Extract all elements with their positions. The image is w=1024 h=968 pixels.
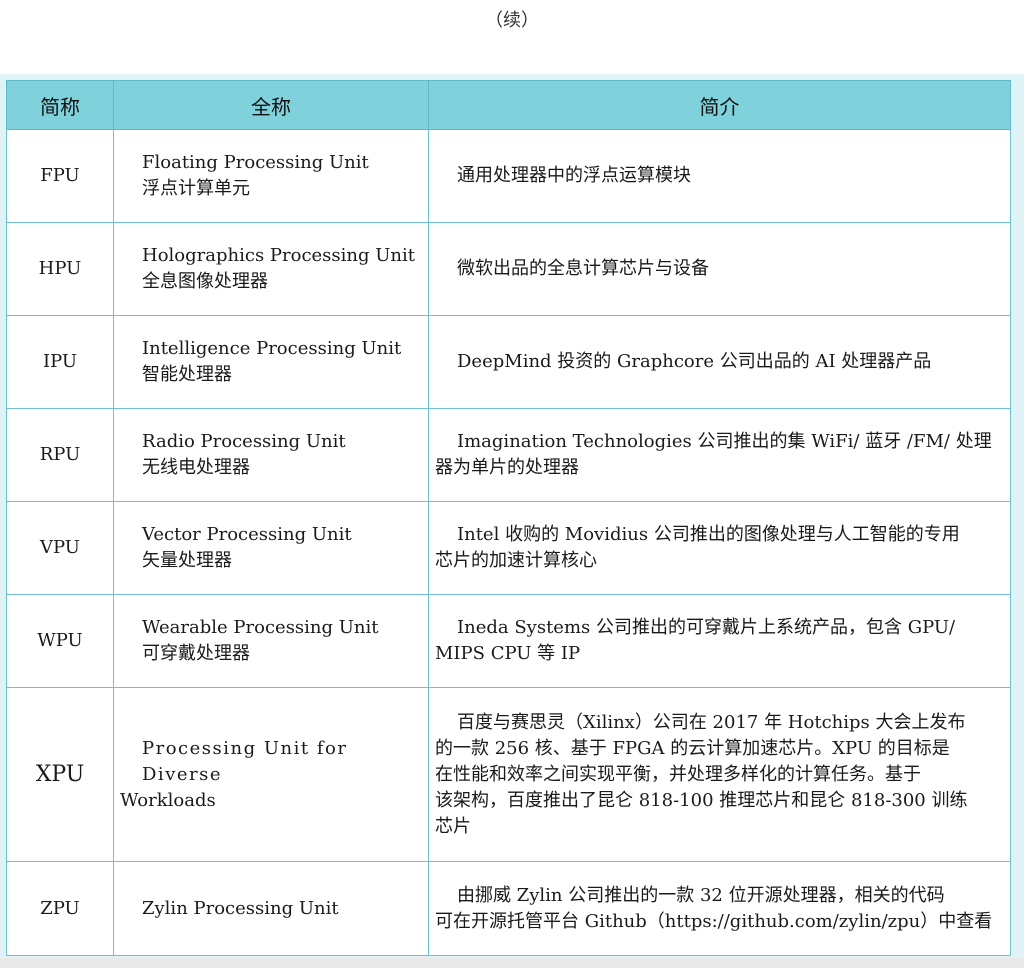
- description-line: MIPS CPU 等 IP: [435, 643, 581, 664]
- description-line: 的一款 256 核、基于 FPGA 的云计算加速芯片。XPU 的目标是: [435, 737, 950, 759]
- full-name-cn: 无线电处理器: [142, 457, 250, 478]
- full-name-en: Vector Processing Unit: [142, 524, 352, 545]
- table-continued-caption: （续）: [485, 10, 539, 31]
- table-row: RPU Radio Processing Unit 无线电处理器 Imagina…: [6, 408, 1011, 502]
- abbr-cell: ZPU: [6, 861, 114, 956]
- description-line: Intel 收购的 Movidius 公司推出的图像处理与人工智能的专用: [457, 524, 960, 545]
- table-row: XPU Processing Unit for Diverse Workload…: [6, 687, 1011, 862]
- bottom-bar: [0, 958, 1024, 968]
- description-line: Ineda Systems 公司推出的可穿戴片上系统产品，包含 GPU/: [457, 617, 956, 638]
- full-name-en: Intelligence Processing Unit: [142, 338, 402, 359]
- full-name-en-cont: Workloads: [120, 789, 216, 811]
- full-name-cell: Radio Processing Unit 无线电处理器: [113, 408, 429, 502]
- table-row: WPU Wearable Processing Unit 可穿戴处理器 Ined…: [6, 594, 1011, 688]
- full-name-en: Floating Processing Unit: [142, 152, 369, 173]
- full-name-en: Processing Unit for Diverse: [142, 737, 348, 785]
- full-name-cell: Vector Processing Unit 矢量处理器: [113, 501, 429, 595]
- description-cell: DeepMind 投资的 Graphcore 公司出品的 AI 处理器产品: [428, 315, 1011, 409]
- processor-table: 简称 全称 简介 FPU Floating Processing Unit 浮点…: [6, 80, 1011, 956]
- description-cell: 通用处理器中的浮点运算模块: [428, 129, 1011, 223]
- table-row: VPU Vector Processing Unit 矢量处理器 Intel 收…: [6, 501, 1011, 595]
- full-name-en: Zylin Processing Unit: [142, 897, 339, 919]
- header-description: 简介: [428, 80, 1011, 130]
- description-cell: Intel 收购的 Movidius 公司推出的图像处理与人工智能的专用 芯片的…: [428, 501, 1011, 595]
- full-name-en: Radio Processing Unit: [142, 431, 346, 452]
- abbr-cell: FPU: [6, 129, 114, 223]
- table-row: FPU Floating Processing Unit 浮点计算单元 通用处理…: [6, 129, 1011, 223]
- abbr-cell: HPU: [6, 222, 114, 316]
- table-row: HPU Holographics Processing Unit 全息图像处理器…: [6, 222, 1011, 316]
- full-name-cell: Wearable Processing Unit 可穿戴处理器: [113, 594, 429, 688]
- full-name-cell: Holographics Processing Unit 全息图像处理器: [113, 222, 429, 316]
- full-name-en: Holographics Processing Unit: [142, 245, 416, 266]
- full-name-cell: Zylin Processing Unit: [113, 861, 429, 956]
- full-name-cell: Floating Processing Unit 浮点计算单元: [113, 129, 429, 223]
- header-full-name: 全称: [113, 80, 429, 130]
- header-abbr: 简称: [6, 80, 114, 130]
- table-header-row: 简称 全称 简介: [6, 80, 1011, 130]
- description-line: 器为单片的处理器: [435, 457, 579, 478]
- abbr-cell: RPU: [6, 408, 114, 502]
- description-line: 芯片的加速计算核心: [435, 550, 597, 571]
- description-line: Imagination Technologies 公司推出的集 WiFi/ 蓝牙…: [457, 431, 992, 452]
- description-text: DeepMind 投资的 Graphcore 公司出品的 AI 处理器产品: [457, 351, 932, 372]
- full-name-cell: Intelligence Processing Unit 智能处理器: [113, 315, 429, 409]
- full-name-en: Wearable Processing Unit: [142, 617, 379, 638]
- description-line: 芯片: [435, 815, 471, 837]
- description-line: 由挪威 Zylin 公司推出的一款 32 位开源处理器，相关的代码: [457, 884, 945, 906]
- description-line: 在性能和效率之间实现平衡，并处理多样化的计算任务。基于: [435, 763, 921, 785]
- abbr-cell: VPU: [6, 501, 114, 595]
- description-line: 该架构，百度推出了昆仑 818-100 推理芯片和昆仑 818-300 训练: [435, 789, 968, 811]
- description-cell: 百度与赛思灵（Xilinx）公司在 2017 年 Hotchips 大会上发布 …: [428, 687, 1011, 862]
- full-name-cn: 矢量处理器: [142, 550, 232, 571]
- abbr-cell: XPU: [6, 687, 114, 862]
- description-text: 通用处理器中的浮点运算模块: [457, 165, 691, 186]
- full-name-cell: Processing Unit for Diverse Workloads: [113, 687, 429, 862]
- description-cell: Ineda Systems 公司推出的可穿戴片上系统产品，包含 GPU/ MIP…: [428, 594, 1011, 688]
- full-name-cn: 智能处理器: [142, 364, 232, 385]
- full-name-cn: 浮点计算单元: [142, 178, 250, 199]
- abbr-cell: WPU: [6, 594, 114, 688]
- description-line: 可在开源托管平台 Github（https://github.com/zylin…: [435, 910, 993, 932]
- description-cell: 由挪威 Zylin 公司推出的一款 32 位开源处理器，相关的代码 可在开源托管…: [428, 861, 1011, 956]
- table-row: IPU Intelligence Processing Unit 智能处理器 D…: [6, 315, 1011, 409]
- description-line: 百度与赛思灵（Xilinx）公司在 2017 年 Hotchips 大会上发布: [457, 711, 966, 733]
- abbr-cell: IPU: [6, 315, 114, 409]
- description-text: 微软出品的全息计算芯片与设备: [457, 258, 709, 279]
- description-cell: 微软出品的全息计算芯片与设备: [428, 222, 1011, 316]
- description-cell: Imagination Technologies 公司推出的集 WiFi/ 蓝牙…: [428, 408, 1011, 502]
- table-row: ZPU Zylin Processing Unit 由挪威 Zylin 公司推出…: [6, 861, 1011, 956]
- full-name-cn: 全息图像处理器: [142, 271, 268, 292]
- full-name-cn: 可穿戴处理器: [142, 643, 250, 664]
